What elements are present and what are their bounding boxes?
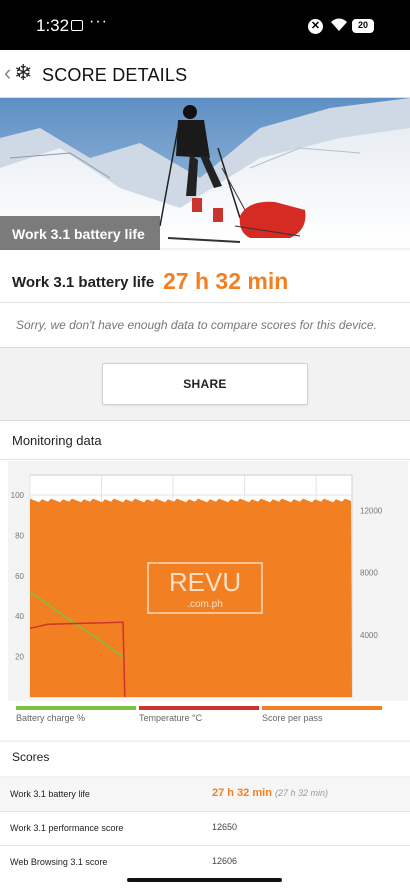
- table-row: Work 3.1 performance score 12650: [0, 812, 410, 846]
- legend-swatch: [139, 706, 259, 710]
- score-per-pass-area: [30, 498, 352, 697]
- divider: [0, 302, 410, 303]
- divider: [0, 459, 410, 460]
- monitoring-title: Monitoring data: [12, 433, 102, 448]
- result-label: Work 3.1 battery life: [12, 274, 155, 291]
- watermark-text: REVU: [169, 567, 241, 597]
- monitoring-chart: REVU.com.ph204060801004000800012000Pass …: [8, 461, 408, 701]
- scores-table: Work 3.1 battery life 27 h 32 min (27 h …: [0, 778, 410, 880]
- y-right-tick-label: 12000: [360, 507, 383, 516]
- y-left-tick-label: 40: [15, 612, 24, 621]
- score-name: Web Browsing 3.1 score: [10, 857, 108, 867]
- legend-swatch: [262, 706, 382, 710]
- scores-title: Scores: [12, 750, 50, 764]
- snowflake-logo-icon: ❄: [14, 60, 33, 85]
- comparison-note: Sorry, we don't have enough data to comp…: [16, 318, 377, 332]
- app-bar: ‹ ❄ SCORE DETAILS: [0, 50, 410, 98]
- calendar-icon: [71, 20, 83, 31]
- y-right-tick-label: 4000: [360, 631, 378, 640]
- y-left-tick-label: 80: [15, 531, 24, 540]
- table-row: Work 3.1 battery life 27 h 32 min (27 h …: [0, 778, 410, 812]
- score-name: Work 3.1 battery life: [10, 789, 90, 799]
- close-notification-icon: ✕: [308, 19, 323, 34]
- score-value: 12650: [212, 822, 238, 832]
- battery-icon: 20: [352, 19, 374, 33]
- score-sub-value: (27 h 32 min): [274, 788, 329, 798]
- more-notifications-icon: ···: [89, 13, 108, 30]
- page-title: SCORE DETAILS: [42, 65, 188, 85]
- legend-swatch: [16, 706, 136, 710]
- score-value: 27 h 32 min (27 h 32 min): [212, 787, 329, 799]
- status-time: 1:32: [36, 16, 70, 35]
- back-icon[interactable]: ‹: [4, 62, 11, 84]
- result-value: 27 h 32 min: [163, 268, 289, 294]
- legend-label: Battery charge %: [16, 713, 86, 723]
- hero-caption: Work 3.1 battery life: [0, 216, 160, 250]
- result-card: Work 3.1 battery life 27 h 32 min Sorry,…: [0, 250, 410, 348]
- home-gesture-bar[interactable]: [127, 878, 282, 882]
- wifi-icon: [331, 18, 347, 31]
- score-value: 12606: [212, 856, 238, 866]
- y-left-tick-label: 20: [15, 653, 24, 662]
- scores-header: Scores: [0, 742, 410, 776]
- y-left-tick-label: 60: [15, 572, 24, 581]
- share-button[interactable]: SHARE: [102, 363, 308, 405]
- watermark-subtext: .com.ph: [187, 599, 223, 610]
- status-bar: 1:32 ··· ✕ 20: [0, 0, 410, 50]
- monitoring-card: Monitoring data REVU .com.ph 20 40 60 80 100 40…: [0, 420, 410, 740]
- legend-label: Score per pass: [262, 713, 323, 723]
- y-left-tick-label: 100: [11, 491, 25, 500]
- score-name: Work 3.1 performance score: [10, 823, 124, 833]
- y-right-tick-label: 8000: [360, 569, 378, 578]
- system-nav-bar: [0, 872, 410, 888]
- legend-label: Temperature °C: [139, 713, 203, 723]
